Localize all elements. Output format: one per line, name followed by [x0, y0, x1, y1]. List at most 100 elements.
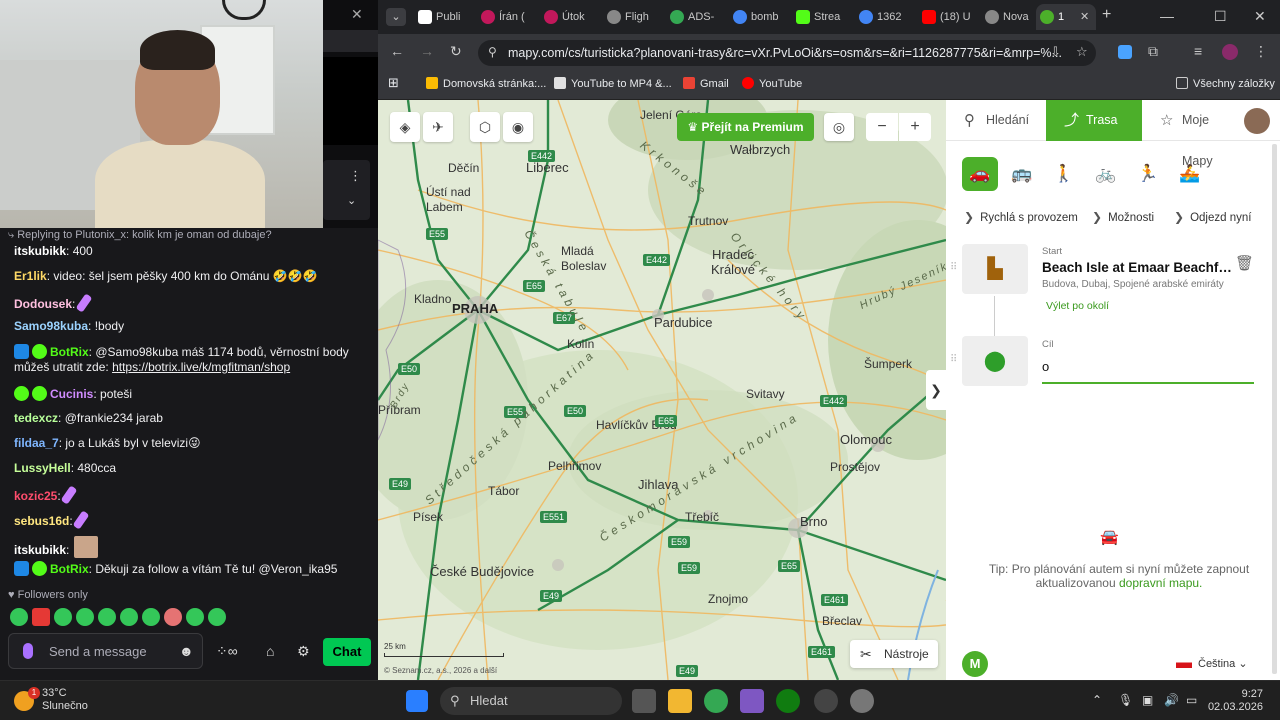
battery-icon[interactable]: ▭: [1186, 693, 1197, 707]
more-options-icon[interactable]: ⋮: [349, 168, 362, 184]
chat-username[interactable]: BotRix: [50, 345, 89, 359]
tools-button[interactable]: ✂ Nástroje: [850, 640, 938, 668]
install-app-icon[interactable]: ⇩: [1050, 44, 1061, 60]
emote-icon[interactable]: [186, 608, 204, 626]
all-bookmarks[interactable]: Všechny záložky: [1176, 77, 1275, 90]
map-copyright[interactable]: © Seznam.cz, a.s., 2026 a další: [384, 666, 497, 675]
tab-search[interactable]: ⚲ Hledání: [946, 100, 1046, 141]
browser-tab[interactable]: Fligh: [603, 4, 663, 30]
show-hidden-icons[interactable]: ⌃: [1092, 693, 1102, 707]
start-name[interactable]: Beach Isle at Emaar Beachfront: [1042, 260, 1232, 275]
bookmark-star-icon[interactable]: ☆: [1076, 44, 1088, 60]
task-view-icon[interactable]: [632, 689, 656, 713]
user-avatar[interactable]: [1244, 108, 1270, 134]
city-label[interactable]: Prostějov: [830, 460, 880, 474]
browser-tab[interactable]: Írán (: [477, 4, 537, 30]
airplane-icon[interactable]: ✈: [423, 112, 453, 142]
back-icon[interactable]: ←: [390, 43, 404, 59]
settings-gear-icon[interactable]: [850, 689, 874, 713]
language-selector[interactable]: Čeština ⌄: [1176, 657, 1248, 670]
store-icon[interactable]: ⌂: [266, 643, 274, 659]
locate-me-icon[interactable]: ◎: [824, 113, 854, 141]
route-options[interactable]: ❯ Možnosti: [1092, 210, 1154, 224]
new-tab-icon[interactable]: +: [1102, 6, 1111, 24]
city-label[interactable]: Liberec: [526, 160, 569, 175]
extensions-puzzle-icon[interactable]: ⧉: [1148, 43, 1158, 60]
volume-icon[interactable]: 🔊: [1164, 693, 1179, 707]
city-label[interactable]: Mladá Boleslav: [561, 244, 611, 274]
tab-search-button[interactable]: ⌄: [386, 8, 406, 26]
extension-icon[interactable]: [1118, 45, 1132, 59]
emote-icon[interactable]: [54, 608, 72, 626]
file-explorer-icon[interactable]: [668, 689, 692, 713]
app-icon[interactable]: [740, 689, 764, 713]
chat-input[interactable]: Send a message ☻: [8, 633, 203, 669]
city-label[interactable]: Břeclav: [822, 614, 862, 628]
close-icon[interactable]: ✕: [351, 6, 363, 23]
tab-route[interactable]: ⤴ Trasa: [1046, 100, 1142, 141]
bookmark-item[interactable]: Domovská stránka:...: [426, 77, 546, 90]
emote-icon[interactable]: [32, 608, 50, 626]
emote-icon[interactable]: [208, 608, 226, 626]
browser-tab[interactable]: Nova: [981, 4, 1041, 30]
microphone-icon[interactable]: [23, 643, 33, 659]
bookmark-item[interactable]: YouTube to MP4 &...: [554, 77, 672, 90]
running-icon[interactable]: 🏃: [1130, 157, 1166, 191]
minimize-icon[interactable]: —: [1160, 8, 1174, 24]
taskbar-search[interactable]: ⚲ Hledat: [440, 687, 622, 715]
emoji-icon[interactable]: ☻: [179, 643, 194, 659]
chrome-icon[interactable]: [704, 689, 728, 713]
emote-icon[interactable]: [98, 608, 116, 626]
chat-username[interactable]: tedexcz: [14, 411, 58, 425]
browser-tab[interactable]: Publi: [414, 4, 474, 30]
city-label[interactable]: Olomouc: [840, 432, 892, 447]
city-label[interactable]: Znojmo: [708, 592, 748, 606]
chat-username[interactable]: Cucinis: [50, 387, 93, 401]
zoom-in-icon[interactable]: +: [899, 113, 931, 141]
chat-username[interactable]: fildaa_7: [14, 436, 59, 450]
close-window-icon[interactable]: ✕: [1254, 8, 1266, 25]
obs-icon[interactable]: [814, 689, 838, 713]
public-transport-icon[interactable]: 🚌: [1004, 157, 1040, 191]
emote-menu-icon[interactable]: ⁘∞: [216, 643, 238, 660]
browser-tab[interactable]: (18) U: [918, 4, 978, 30]
site-info-icon[interactable]: ⚲: [488, 45, 497, 59]
car-mode-icon[interactable]: 🚗: [962, 157, 998, 191]
media-controls-icon[interactable]: ≡: [1194, 43, 1202, 59]
chat-username[interactable]: Er1lik: [14, 269, 47, 283]
chat-username[interactable]: itskubikk: [14, 543, 66, 557]
mapy-logo[interactable]: M: [962, 651, 988, 677]
expand-map-chevron-icon[interactable]: ❯: [926, 370, 946, 410]
bicycle-icon[interactable]: 🚲: [1088, 157, 1124, 191]
city-label[interactable]: Pardubice: [654, 315, 713, 330]
trash-icon[interactable]: 🗑: [1235, 254, 1254, 272]
premium-button[interactable]: ♛ Přejít na Premium: [677, 113, 814, 141]
browser-tab[interactable]: 1362: [855, 4, 915, 30]
chat-username[interactable]: sebus16d: [14, 514, 69, 528]
chat-link[interactable]: https://botrix.live/k/mgfitman/shop: [112, 360, 290, 374]
browser-tab[interactable]: Strea: [792, 4, 852, 30]
layers-icon[interactable]: ◈: [390, 112, 420, 142]
city-label[interactable]: Wałbrzych: [730, 142, 790, 157]
emote-icon[interactable]: [10, 608, 28, 626]
forward-icon[interactable]: →: [420, 43, 434, 59]
chat-username[interactable]: kozic25: [14, 489, 57, 503]
route-type-option[interactable]: ❯ Rychlá s provozem: [964, 210, 1078, 224]
city-label[interactable]: Brno: [800, 514, 827, 529]
city-label[interactable]: Písek: [413, 510, 443, 524]
xbox-icon[interactable]: [776, 689, 800, 713]
map-canvas[interactable]: Jelení Góra Wałbrzych Děčín Liberec Ústí…: [378, 100, 946, 680]
eye-icon[interactable]: ◉: [503, 112, 533, 142]
walking-icon[interactable]: 🚶: [1046, 157, 1082, 191]
reload-icon[interactable]: ↻: [450, 43, 462, 60]
boat-icon[interactable]: 🚣: [1172, 157, 1208, 191]
chat-username[interactable]: Dodousek: [14, 297, 72, 311]
zoom-out-icon[interactable]: −: [866, 113, 898, 141]
windows-start-icon[interactable]: [406, 690, 428, 712]
gear-icon[interactable]: ⚙: [297, 643, 310, 660]
chevron-down-icon[interactable]: ⌄: [347, 194, 356, 207]
microphone-tray-icon[interactable]: 🎙: [1118, 693, 1133, 707]
city-label[interactable]: PRAHA: [452, 301, 498, 316]
taskbar-clock[interactable]: 9:27 02.03.2026: [1205, 688, 1263, 714]
departure-option[interactable]: ❯ Odjezd nyní: [1174, 210, 1251, 224]
